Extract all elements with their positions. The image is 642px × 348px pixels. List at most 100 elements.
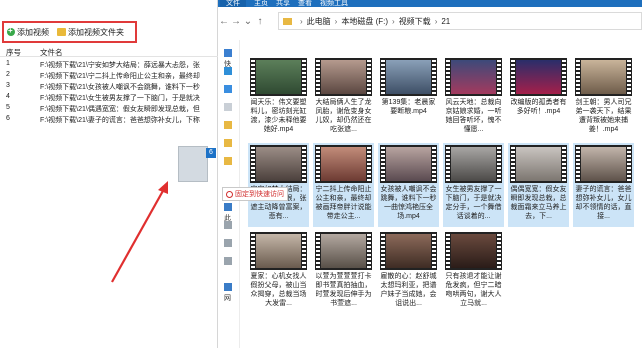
row-path: F:\视频下载\21\女孩被人嘲讽不会跳舞，谁料下一秒 [40, 84, 200, 91]
video-file-icon [445, 58, 502, 96]
network-icon [224, 283, 232, 291]
video-file-icon [445, 145, 502, 183]
tab-home[interactable]: 主页 [254, 0, 268, 7]
column-number[interactable]: 序号 [0, 47, 40, 57]
add-video-button[interactable]: 添加视频 [7, 26, 49, 38]
download-icon [224, 85, 232, 93]
table-row[interactable]: 6 F:\视频下载\21\妻子的谎言：爸爸想弥补女儿，下称 [0, 115, 218, 125]
nav-documents[interactable] [224, 103, 236, 113]
address-bar[interactable]: › 此电脑 › 本地磁盘 (F:) › 视频下载 › 21 [278, 12, 642, 30]
nav-drive[interactable] [224, 239, 236, 249]
video-thumbnail[interactable]: 第139集：老晨家要断粮.mp4 [378, 56, 439, 140]
drag-count-badge: 6 [206, 148, 216, 158]
up-arrow-icon[interactable]: ↑ [254, 16, 266, 27]
table-row[interactable]: 5 F:\视频下载\21\偶遇宽宽：假女友瞬即发现总栽，但 [0, 104, 218, 114]
drive-icon [224, 221, 232, 229]
video-thumbnail[interactable]: 女孩被人嘲讽不会跳舞，谁料下一秒一曲惊鸿艳压全场.mp4 [378, 143, 439, 227]
breadcrumb-folder-21[interactable]: 21 [441, 17, 450, 26]
video-file-icon [510, 145, 567, 183]
table-row[interactable]: 4 F:\视频下载\21\女生被男友撑了一下脑门，于是就决 [0, 93, 218, 103]
video-thumbnail[interactable]: 宁安如梦大结局：薛远暴大忐恨，张遮主动降曾富案，悲有... [248, 143, 309, 227]
file-name: 雇散的心：赵舒城太想玛利亚，把谱户妹子当成她，会诅说出... [380, 273, 437, 307]
video-file-icon [510, 58, 567, 96]
file-grid: 闻天乐：伟文要塑料儿，密坊刻光缸渡，漆少未释他要她好.mp4 大结局俩人生了龙凤… [248, 56, 642, 348]
video-file-icon [380, 58, 437, 96]
add-folder-label: 添加视频文件夹 [68, 27, 124, 37]
video-thumbnail[interactable]: 改编版的孤勇者有多好听！.mp4 [508, 56, 569, 140]
video-file-icon [380, 232, 437, 270]
nav-drive[interactable] [224, 221, 236, 231]
video-thumbnail[interactable]: 女生被男友撑了一下脑门，于是就决定分手，一个舞借话谈着的... [443, 143, 504, 227]
row-path: F:\视频下载\21\女生被男友撑了一下脑门，于是就决 [40, 95, 200, 102]
video-file-icon [575, 58, 632, 96]
row-path: F:\视频下载\21\宁安如梦大结局：薛远暴大忐怨，张 [40, 62, 200, 69]
breadcrumb-drive[interactable]: 本地磁盘 (F:) [341, 16, 388, 27]
back-arrow-icon[interactable]: ← [218, 16, 230, 27]
forward-arrow-icon[interactable]: → [230, 16, 242, 27]
file-name: 改编版的孤勇者有多好听！.mp4 [510, 99, 567, 115]
video-file-icon [575, 145, 632, 183]
video-file-icon [380, 145, 437, 183]
nav-pictures[interactable] [224, 121, 236, 131]
video-thumbnail[interactable]: 宁二抖上传命阳止公主和亲，最终却被画拜帝胖计说能带走公主... [313, 143, 374, 227]
nav-downloads[interactable] [224, 85, 236, 95]
file-name: 闻天乐：伟文要塑料儿，密坊刻光缸渡，漆少未释他要她好.mp4 [250, 99, 307, 133]
video-thumbnail[interactable]: 妻子的谎言：爸爸想弥补女儿，女儿却不领情的话，直接... [573, 143, 634, 227]
tab-view[interactable]: 查看 [298, 0, 312, 7]
row-path: F:\视频下载\21\妻子的谎言：爸爸想弥补女儿，下称 [40, 117, 200, 124]
tab-file[interactable]: 文件 [220, 0, 246, 7]
breadcrumb-this-pc[interactable]: 此电脑 [307, 16, 331, 27]
file-name: 宁二抖上传命阳止公主和亲，最终却被画拜帝胖计说能带走公主... [315, 186, 372, 220]
nav-folder[interactable] [224, 157, 236, 167]
breadcrumb-downloads[interactable]: 视频下载 [399, 16, 431, 27]
table-row[interactable]: 2 F:\视频下载\21\宁二抖上传命阳止公主和亲，最终却 [0, 71, 218, 81]
tab-share[interactable]: 共享 [276, 0, 290, 7]
video-thumbnail[interactable]: 风云天地：总裁向京姑娘求婚，一听她回答听坏，愧不懂愿... [443, 56, 504, 140]
video-file-icon [315, 145, 372, 183]
add-icon [7, 26, 15, 36]
nav-drive[interactable] [224, 257, 236, 267]
row-path: F:\视频下载\21\偶遇宽宽：假女友瞬即发现总栽，但 [40, 106, 200, 113]
computer-icon [224, 203, 232, 211]
breadcrumb-separator: › [434, 16, 438, 26]
table-row[interactable]: 1 F:\视频下载\21\宁安如梦大结局：薛远暴大忐怨，张 [0, 60, 218, 70]
nav-folder[interactable] [224, 139, 236, 149]
file-name: 第139集：老晨家要断粮.mp4 [381, 99, 436, 115]
video-thumbnail[interactable]: 只有孩退才能让谢危发疯，但宁二暗吻哄两句，谢大人立马就... [443, 230, 504, 314]
recent-dropdown-icon[interactable]: ⌄ [242, 16, 254, 27]
nav-network[interactable]: 网 [224, 283, 236, 302]
add-folder-button[interactable]: 添加视频文件夹 [57, 27, 124, 38]
video-thumbnail[interactable]: 剑王朝：男人司兄弟一袭天下，结果遭背叛被她来捕姜！.mp4 [573, 56, 634, 140]
nav-network-label: 网 [224, 295, 231, 302]
video-thumbnail[interactable]: 雇散的心：赵舒城太想玛利亚，把谱户妹子当成她，会诅说出... [378, 230, 439, 314]
video-thumbnail[interactable]: 夏家：心机女找人假扮父母，被山当众揭穿，总裁当场大发雷... [248, 230, 309, 314]
file-list-header: 序号 文件名 [0, 47, 218, 57]
pin-to-quick-access-tooltip: 固定到快速访问 [222, 187, 288, 201]
desktop-icon [224, 67, 232, 75]
video-thumbnail[interactable]: 大结局俩人生了龙凤胎，谢危变身女儿奴，却仍然还在吃张遮... [313, 56, 374, 140]
ribbon-tabs: 文件 主页 共享 查看 视频工具 [218, 0, 642, 7]
file-name: 以萱为萱萱萱打卡即书萱真拍抽血，时萱发现后伸手为书萱遮... [315, 273, 372, 307]
row-number: 3 [6, 82, 10, 89]
tab-video-tools[interactable]: 视频工具 [320, 0, 348, 7]
drive-icon [224, 257, 232, 265]
column-filename[interactable]: 文件名 [40, 47, 218, 57]
row-number: 6 [6, 115, 10, 122]
drag-preview [178, 146, 208, 182]
table-row[interactable]: 3 F:\视频下载\21\女孩被人嘲讽不会跳舞，谁料下一秒 [0, 82, 218, 92]
row-number: 4 [6, 93, 10, 100]
nav-quick-access[interactable]: 快 [224, 49, 236, 68]
file-name: 大结局俩人生了龙凤胎，谢危变身女儿奴，却仍然还在吃张遮... [315, 99, 372, 133]
document-icon [224, 103, 232, 111]
video-thumbnail[interactable]: 以萱为萱萱萱打卡即书萱真拍抽血，时萱发现后伸手为书萱遮... [313, 230, 374, 314]
star-icon [224, 49, 232, 57]
file-name: 夏家：心机女找人假扮父母，被山当众揭穿，总裁当场大发雷... [250, 273, 307, 307]
video-file-icon [315, 232, 372, 270]
video-thumbnail[interactable]: 偶偶宽宽：假女友瞬即发现总栽，总裁面霜来立马养上去，下... [508, 143, 569, 227]
nav-desktop[interactable] [224, 67, 236, 77]
row-number: 1 [6, 60, 10, 67]
breadcrumb-separator: › [300, 16, 303, 26]
nav-this-pc[interactable]: 此 [224, 203, 236, 222]
video-thumbnail[interactable]: 闻天乐：伟文要塑料儿，密坊刻光缸渡，漆少未释他要她好.mp4 [248, 56, 309, 140]
video-tool-app: 添加视频 添加视频文件夹 序号 文件名 1 F:\视频下载\21\宁安如梦大结局：… [0, 0, 218, 348]
